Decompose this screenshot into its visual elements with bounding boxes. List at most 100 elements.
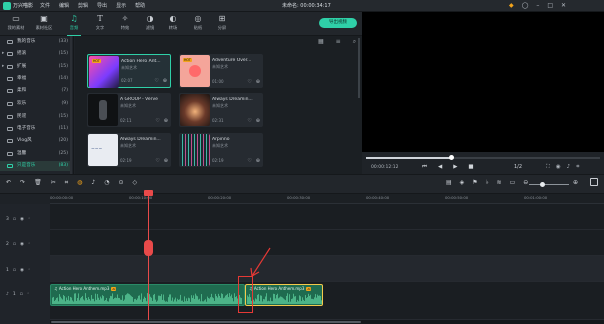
minimize-icon[interactable]: – bbox=[536, 2, 539, 9]
menu-clip[interactable]: 剪辑 bbox=[78, 2, 88, 9]
category-item[interactable]: 温馨 (25) bbox=[0, 149, 72, 159]
play-icon[interactable]: ▶ bbox=[453, 164, 457, 171]
timeline-settings-icon[interactable] bbox=[590, 178, 598, 186]
sidebar-scrollbar[interactable] bbox=[70, 36, 72, 174]
audio-card[interactable]: ~~~ Always Dreamin... 未知艺术 02:19 ♡ ⊕ bbox=[87, 133, 171, 167]
crop-icon[interactable]: ⌗ bbox=[65, 179, 68, 187]
fullscreen-icon[interactable]: ⛶ bbox=[546, 164, 550, 171]
add-icon[interactable]: ⊕ bbox=[164, 158, 168, 164]
tab-audio[interactable]: ♫ 音频 bbox=[61, 13, 87, 36]
category-item[interactable]: 我的音乐 (33) bbox=[0, 37, 72, 47]
mute-icon[interactable]: ◦ bbox=[28, 268, 31, 273]
timeline-zoom-slider[interactable] bbox=[529, 184, 569, 185]
library-scrollbar[interactable] bbox=[358, 38, 360, 98]
voiceover-icon[interactable]: ≋ bbox=[497, 179, 502, 186]
volume-icon[interactable]: ♪ bbox=[567, 164, 571, 171]
mute-icon[interactable]: ◦ bbox=[27, 292, 30, 297]
lock-icon[interactable]: ▫ bbox=[13, 242, 16, 247]
audio-card[interactable]: HOT Action Hero Ant... 未知艺术 02:07 ♡ ⊕ bbox=[87, 54, 171, 88]
video-track-1[interactable] bbox=[50, 256, 604, 282]
category-item[interactable]: 柔和 (7) bbox=[0, 86, 72, 96]
eye-icon[interactable]: ◉ bbox=[20, 217, 24, 222]
audio-card[interactable]: Always Dreamin... 未知艺术 02:31 ♡ ⊕ bbox=[179, 93, 263, 127]
tab-my-media[interactable]: ▭ 我的素材 bbox=[3, 13, 29, 35]
cut-icon[interactable]: ✂ bbox=[51, 179, 56, 187]
zoom-in-icon[interactable]: ⊕ bbox=[573, 179, 578, 186]
timeline-scroll-thumb[interactable] bbox=[51, 321, 361, 323]
snapshot-icon[interactable]: ◉ bbox=[556, 164, 561, 171]
audio-clip-selected[interactable]: ♫ Action Hero Anthem.mp3 AI bbox=[245, 284, 323, 306]
playhead-marker[interactable] bbox=[144, 240, 153, 256]
heart-icon[interactable]: ♡ bbox=[247, 79, 251, 85]
delete-icon[interactable]: 🗑 bbox=[34, 179, 42, 187]
maximize-icon[interactable]: □ bbox=[547, 2, 553, 9]
caption-icon[interactable]: ▭ bbox=[510, 179, 516, 186]
category-item[interactable]: ▸ 摇滚 (15) bbox=[0, 49, 72, 59]
mute-icon[interactable]: ◦ bbox=[28, 217, 31, 222]
timeline-ruler[interactable]: 00:00:00:00 00:00:10:00 00:00:20:00 00:0… bbox=[50, 194, 604, 204]
heart-icon[interactable]: ♡ bbox=[154, 78, 158, 84]
timeline-zoom-handle[interactable] bbox=[540, 182, 545, 187]
audio-card[interactable]: Arpinno 未知艺术 02:19 ♡ ⊕ bbox=[179, 133, 263, 167]
heart-icon[interactable]: ♡ bbox=[155, 118, 159, 124]
eye-icon[interactable]: ◉ bbox=[20, 242, 24, 247]
add-icon[interactable]: ⊕ bbox=[163, 78, 167, 84]
category-item[interactable]: Vlog风 (20) bbox=[0, 136, 72, 146]
audio-card[interactable]: HOT Adventure Over... 未知艺术 01:00 ♡ ⊕ bbox=[179, 54, 263, 88]
lock-icon[interactable]: ▫ bbox=[13, 268, 16, 273]
menu-help[interactable]: 帮助 bbox=[135, 2, 145, 9]
stabilize-icon[interactable]: ⊙ bbox=[118, 179, 123, 187]
menu-file[interactable]: 文件 bbox=[40, 2, 50, 9]
video-track-2[interactable] bbox=[50, 230, 604, 256]
filter-icon[interactable]: ≡ bbox=[336, 38, 341, 46]
add-icon[interactable]: ⊕ bbox=[256, 79, 260, 85]
mute-icon[interactable]: ◦ bbox=[28, 242, 31, 247]
speed-icon[interactable]: ◔ bbox=[104, 179, 109, 187]
playhead[interactable] bbox=[148, 190, 149, 324]
grid-view-icon[interactable]: ▦ bbox=[318, 38, 324, 46]
redo-icon[interactable]: ↷ bbox=[20, 179, 25, 187]
audio-icon[interactable]: ♪ bbox=[91, 179, 95, 187]
tab-split-screen[interactable]: ⊞ 分屏 bbox=[209, 13, 235, 35]
crop-icon[interactable]: ⌗ bbox=[576, 164, 579, 171]
render-icon[interactable]: ▤ bbox=[446, 179, 452, 186]
tab-titles[interactable]: T 文字 bbox=[87, 13, 113, 35]
lock-icon[interactable]: ▫ bbox=[20, 292, 23, 297]
search-icon[interactable]: ⌕ bbox=[353, 38, 356, 46]
category-item[interactable]: 幸福 (14) bbox=[0, 74, 72, 84]
preview-zoom[interactable]: 1/2 bbox=[514, 164, 522, 170]
menu-view[interactable]: 显示 bbox=[116, 2, 126, 9]
category-item[interactable]: 欢乐 (9) bbox=[0, 99, 72, 109]
close-icon[interactable]: ✕ bbox=[561, 2, 566, 9]
chevron-right-icon[interactable]: ▸ bbox=[2, 49, 4, 59]
stop-icon[interactable]: ■ bbox=[468, 164, 473, 171]
tab-transitions[interactable]: ◐ 转场 bbox=[160, 13, 186, 35]
lock-icon[interactable]: ▫ bbox=[13, 217, 16, 222]
menu-export[interactable]: 导出 bbox=[97, 2, 107, 9]
audio-card[interactable]: A GROUP - Verve 未知艺术 02:11 ♡ ⊕ bbox=[87, 93, 171, 127]
add-icon[interactable]: ⊕ bbox=[256, 118, 260, 124]
tab-stickers[interactable]: ◎ 贴纸 bbox=[185, 13, 211, 35]
color-icon[interactable]: ◍ bbox=[77, 179, 82, 187]
category-item-selected[interactable]: 只是音乐 (83) bbox=[0, 161, 72, 171]
tab-effects[interactable]: ✧ 特效 bbox=[112, 13, 138, 35]
keyframe-icon[interactable]: ◇ bbox=[132, 179, 137, 187]
undo-icon[interactable]: ↶ bbox=[6, 179, 11, 187]
scrubber-handle[interactable] bbox=[449, 155, 454, 160]
export-button[interactable]: 导出视频 bbox=[319, 18, 357, 28]
chevron-right-icon[interactable]: ▸ bbox=[2, 62, 4, 72]
zoom-out-icon[interactable]: ⊖ bbox=[523, 179, 528, 186]
shield-icon[interactable]: ◈ bbox=[460, 179, 465, 186]
prev-frame-icon[interactable]: ⏮ bbox=[422, 164, 427, 171]
rewind-icon[interactable]: ◀ bbox=[438, 164, 442, 171]
category-item[interactable]: 电子音乐 (11) bbox=[0, 124, 72, 134]
add-icon[interactable]: ⊕ bbox=[256, 158, 260, 164]
heart-icon[interactable]: ♡ bbox=[155, 158, 159, 164]
account-icon[interactable]: ◯ bbox=[522, 2, 529, 9]
marker-icon[interactable]: ⚑ bbox=[472, 179, 477, 186]
menu-edit[interactable]: 编辑 bbox=[59, 2, 69, 9]
tab-stock-media[interactable]: ▣ 素材社区 bbox=[31, 13, 57, 35]
gift-icon[interactable]: ◆ bbox=[509, 2, 514, 9]
add-icon[interactable]: ⊕ bbox=[164, 118, 168, 124]
mic-icon[interactable]: ♭ bbox=[486, 179, 489, 186]
